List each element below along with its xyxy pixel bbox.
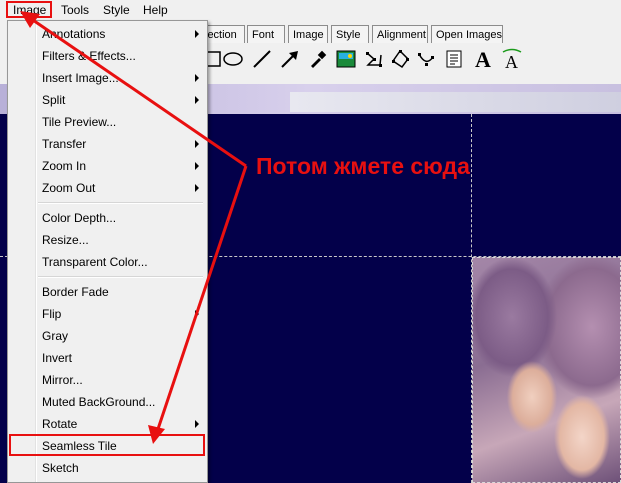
text-frame-icon[interactable]	[442, 47, 466, 71]
tab-open-images[interactable]: Open Images	[431, 25, 503, 43]
menu-item-flip[interactable]: Flip	[10, 303, 205, 325]
menu-item-resize[interactable]: Resize...	[10, 229, 205, 251]
menu-item-label: Tile Preview...	[42, 115, 117, 129]
tab-image[interactable]: Image	[288, 25, 328, 43]
text-path-icon[interactable]: A	[500, 47, 524, 71]
polygon-tool-icon[interactable]	[388, 47, 412, 71]
menu-item-annotations[interactable]: Annotations	[10, 23, 205, 45]
menu-style[interactable]: Style	[103, 3, 130, 17]
menu-item-label: Mirror...	[42, 373, 83, 387]
tab-font[interactable]: Font	[247, 25, 285, 43]
menu-separator	[38, 276, 203, 278]
arrow-tool-icon[interactable]	[278, 47, 302, 71]
menu-item-label: Insert Image...	[42, 71, 119, 85]
menu-item-transfer[interactable]: Transfer	[10, 133, 205, 155]
menu-item-muted-background[interactable]: Muted BackGround...	[10, 391, 205, 413]
node-tool-icon[interactable]	[414, 47, 438, 71]
menu-item-mirror[interactable]: Mirror...	[10, 369, 205, 391]
menu-item-label: Sketch	[42, 461, 79, 475]
menu-tools[interactable]: Tools	[61, 3, 89, 17]
tab-style[interactable]: Style	[331, 25, 369, 43]
menu-item-label: Invert	[42, 351, 73, 365]
submenu-arrow-icon	[195, 184, 199, 192]
menu-help[interactable]: Help	[143, 3, 168, 17]
menu-item-zoom-out[interactable]: Zoom Out	[10, 177, 205, 199]
annotation-text: Потом жмете сюда	[256, 153, 470, 179]
polygon-tool-icon[interactable]	[362, 47, 386, 71]
menu-item-sketch[interactable]: Sketch	[10, 457, 205, 479]
menu-item-filters-effects[interactable]: Filters & Effects...	[10, 45, 205, 67]
menu-item-label: Border Fade	[42, 285, 109, 299]
submenu-arrow-icon	[195, 162, 199, 170]
menu-item-label: Filters & Effects...	[42, 49, 136, 63]
menu-item-rotate[interactable]: Rotate	[10, 413, 205, 435]
tab-alignment[interactable]: Alignment	[372, 25, 428, 43]
submenu-arrow-icon	[195, 310, 199, 318]
menu-item-label: Color Depth...	[42, 211, 117, 225]
seamless-tile-highlight	[9, 434, 205, 456]
image-menu-dropdown: Annotations Filters & Effects... Insert …	[7, 20, 208, 483]
menu-separator	[38, 202, 203, 204]
image-insert-icon[interactable]	[334, 47, 358, 71]
submenu-arrow-icon	[195, 140, 199, 148]
menu-item-label: Rotate	[42, 417, 78, 431]
menu-item-zoom-in[interactable]: Zoom In	[10, 155, 205, 177]
menubar: Image Tools Style Help	[0, 0, 621, 21]
submenu-arrow-icon	[195, 74, 199, 82]
submenu-arrow-icon	[195, 96, 199, 104]
menu-item-label: Zoom In	[42, 159, 87, 173]
submenu-arrow-icon	[195, 30, 199, 38]
menu-item-label: Transfer	[42, 137, 87, 151]
menu-item-insert-image[interactable]: Insert Image...	[10, 67, 205, 89]
menu-item-label: Flip	[42, 307, 62, 321]
svg-text:A: A	[475, 48, 491, 70]
svg-text:A: A	[505, 52, 518, 70]
menu-item-label: Zoom Out	[42, 181, 96, 195]
menu-item-label: Muted BackGround...	[42, 395, 156, 409]
menu-item-label: Resize...	[42, 233, 89, 247]
menu-item-transparent-color[interactable]: Transparent Color...	[10, 251, 205, 273]
menu-item-gray[interactable]: Gray	[10, 325, 205, 347]
menu-item-label: Gray	[42, 329, 69, 343]
menu-item-invert[interactable]: Invert	[10, 347, 205, 369]
menu-item-tile-preview[interactable]: Tile Preview...	[10, 111, 205, 133]
eyedropper-icon[interactable]	[306, 47, 330, 71]
menu-image-highlight	[6, 1, 52, 18]
tile-selection-border	[472, 257, 621, 483]
ellipse-tool-icon[interactable]	[221, 47, 245, 71]
menu-item-split[interactable]: Split	[10, 89, 205, 111]
line-tool-icon[interactable]	[250, 47, 274, 71]
menu-item-label: Transparent Color...	[42, 255, 148, 269]
text-tool-icon[interactable]: A	[472, 47, 496, 71]
image-header-gradient	[290, 92, 621, 112]
menu-item-color-depth[interactable]: Color Depth...	[10, 207, 205, 229]
menu-item-border-fade[interactable]: Border Fade	[10, 281, 205, 303]
tile-guide-vertical	[471, 114, 472, 483]
menu-item-label: Split	[42, 93, 66, 107]
submenu-arrow-icon	[195, 420, 199, 428]
menu-item-label: Annotations	[42, 27, 106, 41]
